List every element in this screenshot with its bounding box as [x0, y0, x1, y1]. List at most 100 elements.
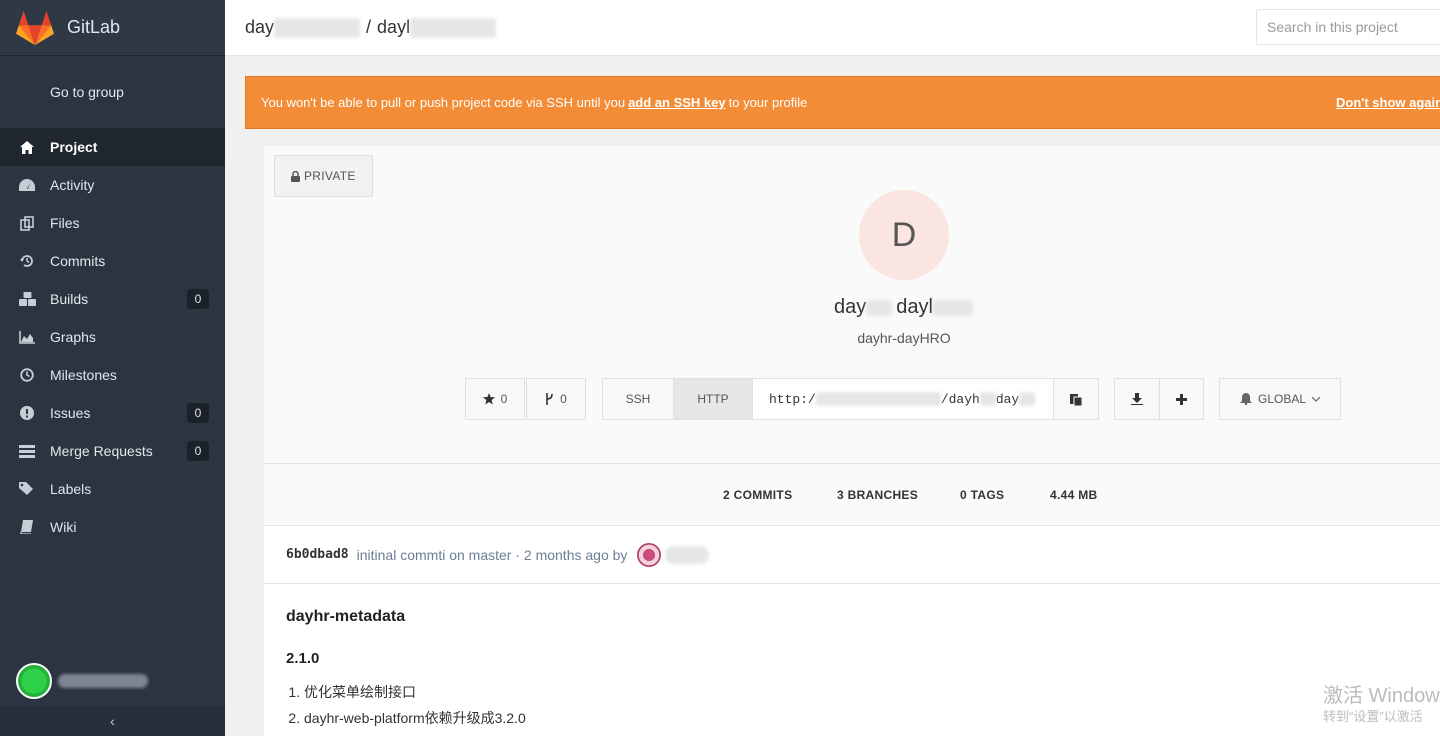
branches-count-link[interactable]: 3 BRANCHES — [837, 488, 918, 502]
fork-count: 0 — [560, 392, 567, 406]
alert-text-before: You won't be able to pull or push projec… — [261, 95, 626, 110]
sidebar-item-label: Activity — [50, 177, 95, 193]
ssh-label: SSH — [625, 392, 651, 406]
book-icon — [18, 519, 36, 535]
sidebar-item-graphs[interactable]: Graphs — [0, 318, 225, 356]
project-title-part2: dayl — [896, 296, 933, 318]
sidebar-item-merge-requests[interactable]: Merge Requests 0 — [0, 432, 225, 470]
clone-url-mid: /dayh — [940, 391, 980, 407]
sidebar-item-label: Files — [50, 215, 80, 231]
top-header: day / dayl — [225, 0, 1440, 56]
issues-count-badge: 0 — [187, 403, 209, 423]
cubes-icon — [18, 291, 36, 307]
breadcrumb-group[interactable]: day — [245, 17, 274, 38]
sidebar-item-milestones[interactable]: Milestones — [0, 356, 225, 394]
download-icon — [1131, 393, 1143, 405]
http-clone-tab[interactable]: HTTP — [673, 378, 753, 420]
home-icon — [18, 139, 36, 155]
sidebar: GitLab Go to group Project Activity File… — [0, 0, 225, 736]
fork-icon — [546, 393, 553, 405]
notification-dropdown[interactable]: GLOBAL — [1219, 378, 1341, 420]
sidebar-item-label: Wiki — [50, 519, 77, 535]
exclamation-circle-icon — [18, 405, 36, 421]
list-item: dayhr-web-platform依赖升级成3.2.0 — [304, 705, 1436, 731]
http-label: HTTP — [697, 392, 729, 406]
commit-message: initinal commti on master · 2 months ago… — [356, 546, 628, 563]
files-icon — [18, 215, 36, 231]
sidebar-item-label: Labels — [50, 481, 92, 497]
sidebar-item-builds[interactable]: Builds 0 — [0, 280, 225, 318]
redacted-text — [932, 299, 973, 316]
lock-icon — [291, 170, 300, 182]
project-stats: 2 COMMITS 3 BRANCHES 0 TAGS 4.44 MB — [264, 464, 1440, 526]
sidebar-item-wiki[interactable]: Wiki — [0, 508, 225, 546]
readme-version: 2.1.0 — [286, 650, 320, 667]
add-ssh-key-link[interactable]: add an SSH key — [628, 95, 726, 110]
redacted-text — [979, 392, 996, 406]
sidebar-item-label: Issues — [50, 405, 91, 421]
avatar[interactable] — [16, 663, 52, 699]
windows-activation-watermark: 激活 Windows 转到“设置”以激活 — [1323, 684, 1440, 726]
sidebar-item-label: Project — [50, 139, 98, 155]
dashboard-icon — [18, 177, 36, 193]
brand-name: GitLab — [67, 17, 121, 37]
watermark-line1: 激活 Windows — [1323, 685, 1440, 707]
breadcrumb-separator: / — [366, 17, 372, 37]
main-content: You won't be able to pull or push projec… — [225, 56, 1440, 736]
chevron-down-icon — [1312, 396, 1321, 402]
brand[interactable]: GitLab — [0, 0, 225, 56]
sidebar-item-files[interactable]: Files — [0, 204, 225, 242]
gitlab-logo-icon — [16, 10, 54, 45]
redacted-text — [410, 17, 497, 38]
tags-count-link[interactable]: 0 TAGS — [960, 488, 1004, 502]
area-chart-icon — [18, 329, 36, 345]
avatar[interactable] — [637, 542, 662, 567]
project-description: dayhr-dayHRO — [857, 330, 951, 346]
fork-button[interactable]: 0 — [526, 378, 586, 420]
sidebar-item-label: Commits — [50, 253, 106, 269]
sidebar-item-commits[interactable]: Commits — [0, 242, 225, 280]
sidebar-item-project[interactable]: Project — [0, 128, 225, 166]
copy-url-button[interactable] — [1053, 378, 1099, 420]
download-button[interactable] — [1114, 378, 1160, 420]
clone-url-end: day — [995, 391, 1020, 407]
project-avatar: D — [859, 190, 949, 280]
bell-icon — [1239, 393, 1252, 405]
redacted-username — [665, 545, 710, 564]
star-button[interactable]: 0 — [465, 378, 525, 420]
go-to-group-link[interactable]: Go to group — [0, 56, 225, 128]
readme-list: 优化菜单绘制接口 dayhr-web-platform依赖升级成3.2.0 — [286, 679, 1436, 731]
star-icon — [482, 393, 495, 405]
sidebar-item-labels[interactable]: Labels — [0, 470, 225, 508]
collapse-sidebar-button[interactable]: ‹ — [0, 706, 225, 736]
ssh-key-alert: You won't be able to pull or push projec… — [245, 76, 1440, 129]
search-input[interactable] — [1256, 9, 1440, 45]
breadcrumb-project[interactable]: dayl — [377, 17, 410, 38]
commits-count-link[interactable]: 2 COMMITS — [723, 488, 792, 502]
alert-text-after: to your profile — [728, 95, 808, 110]
current-user[interactable] — [16, 663, 148, 699]
redacted-text — [1019, 392, 1036, 406]
plus-icon — [1176, 393, 1187, 405]
avatar-letter: D — [891, 215, 917, 254]
commit-sha-link[interactable]: 6b0dbad8 — [286, 547, 349, 562]
clone-url-input[interactable]: http:/ /dayh day — [753, 378, 1053, 420]
sidebar-item-issues[interactable]: Issues 0 — [0, 394, 225, 432]
ssh-clone-tab[interactable]: SSH — [602, 378, 674, 420]
project-panel: PRIVATE D day dayl dayhr-dayHRO 0 0 SSH … — [264, 146, 1440, 736]
merge-requests-count-badge: 0 — [187, 441, 209, 461]
breadcrumb: day / dayl — [245, 17, 497, 38]
chevron-left-icon: ‹ — [110, 713, 115, 729]
clone-url-start: http:/ — [769, 391, 816, 407]
sidebar-item-activity[interactable]: Activity — [0, 166, 225, 204]
sidebar-item-label: Milestones — [50, 367, 117, 383]
redacted-text — [866, 299, 893, 316]
add-new-button[interactable] — [1159, 378, 1204, 420]
readme: dayhr-metadata 2.1.0 优化菜单绘制接口 dayhr-web-… — [286, 596, 1436, 731]
dont-show-again-link[interactable]: Don't show again — [1336, 95, 1440, 110]
list-item: 优化菜单绘制接口 — [304, 679, 1436, 705]
history-icon — [18, 253, 36, 269]
watermark-line2: 转到“设置”以激活 — [1323, 709, 1423, 724]
project-controls: 0 0 SSH HTTP http:/ /dayh day GLOBAL — [264, 378, 1440, 420]
redacted-text — [274, 17, 361, 38]
